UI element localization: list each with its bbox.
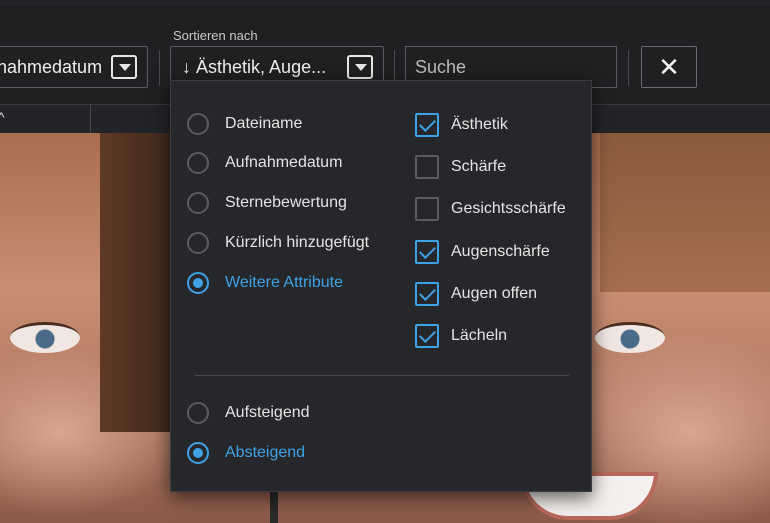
attribute-schaerfe[interactable]: Schärfe: [415, 155, 506, 179]
checkbox-checked[interactable]: [415, 113, 439, 137]
attribute-laecheln[interactable]: Lächeln: [415, 324, 507, 348]
radio-button[interactable]: [187, 113, 209, 135]
order-option-absteigend[interactable]: Absteigend: [187, 442, 305, 464]
sort-option-label: Weitere Attribute: [225, 274, 343, 291]
sort-option-dateiname[interactable]: Dateiname: [187, 113, 302, 135]
attribute-gesichtsschaerfe[interactable]: Gesichtsschärfe: [415, 197, 566, 221]
checkbox-checked[interactable]: [415, 282, 439, 306]
attribute-augenschaerfe[interactable]: Augenschärfe: [415, 240, 550, 264]
photo-eye-left: [10, 322, 80, 353]
order-option-label: Absteigend: [225, 444, 306, 461]
attribute-label: Lächeln: [451, 327, 508, 344]
sort-caret-icon[interactable]: ^: [0, 109, 5, 125]
sort-combo-text: Ästhetik, Auge...: [196, 57, 327, 77]
radio-button[interactable]: [187, 402, 209, 424]
close-icon: ✕: [658, 52, 680, 82]
order-option-aufsteigend[interactable]: Aufsteigend: [187, 402, 310, 424]
attribute-label: Ästhetik: [451, 116, 508, 133]
order-option-label: Aufsteigend: [225, 404, 310, 421]
attribute-label: Augenschärfe: [451, 243, 550, 260]
radio-button-selected[interactable]: [187, 442, 209, 464]
sort-by-label: Sortieren nach: [173, 28, 258, 43]
sort-option-kuerzlich-hinzugefuegt[interactable]: Kürzlich hinzugefügt: [187, 232, 369, 254]
photo-hair-left: [100, 132, 180, 432]
chevron-down-icon[interactable]: [111, 55, 137, 79]
sort-option-label: Sternebewertung: [225, 194, 347, 211]
arrow-down-icon: ↓: [182, 57, 191, 77]
panel-divider: [195, 375, 569, 376]
sort-option-label: Kürzlich hinzugefügt: [225, 234, 370, 251]
checkbox[interactable]: [415, 155, 439, 179]
sort-option-aufnahmedatum[interactable]: Aufnahmedatum: [187, 152, 342, 174]
checkbox[interactable]: [415, 197, 439, 221]
checkbox-checked[interactable]: [415, 240, 439, 264]
sort-option-weitere-attribute[interactable]: Weitere Attribute: [187, 272, 343, 294]
chevron-down-icon[interactable]: [347, 55, 373, 79]
radio-button[interactable]: [187, 232, 209, 254]
attribute-label: Schärfe: [451, 158, 507, 175]
sort-option-label: Aufnahmedatum: [225, 154, 343, 171]
attribute-label: Gesichtsschärfe: [451, 200, 566, 217]
attribute-aesthetik[interactable]: Ästhetik: [415, 113, 508, 137]
close-button[interactable]: ✕: [641, 46, 697, 88]
checkbox-checked[interactable]: [415, 324, 439, 348]
toolbar-divider: [628, 50, 629, 86]
radio-button[interactable]: [187, 152, 209, 174]
attribute-augen-offen[interactable]: Augen offen: [415, 282, 537, 306]
radio-button[interactable]: [187, 192, 209, 214]
sort-dropdown-panel: Dateiname Aufnahmedatum Sternebewertung …: [170, 80, 592, 492]
radio-button-selected[interactable]: [187, 272, 209, 294]
column-divider: [90, 105, 91, 133]
left-combo-text: nahmedatum: [0, 57, 103, 77]
left-sort-combo[interactable]: nahmedatum: [0, 46, 148, 88]
sort-option-label: Dateiname: [225, 115, 303, 132]
sort-option-sternebewertung[interactable]: Sternebewertung: [187, 192, 347, 214]
attribute-label: Augen offen: [451, 285, 538, 302]
photo-eye-right: [595, 322, 665, 353]
toolbar-divider: [159, 50, 160, 86]
photo-hair-right: [600, 132, 770, 292]
